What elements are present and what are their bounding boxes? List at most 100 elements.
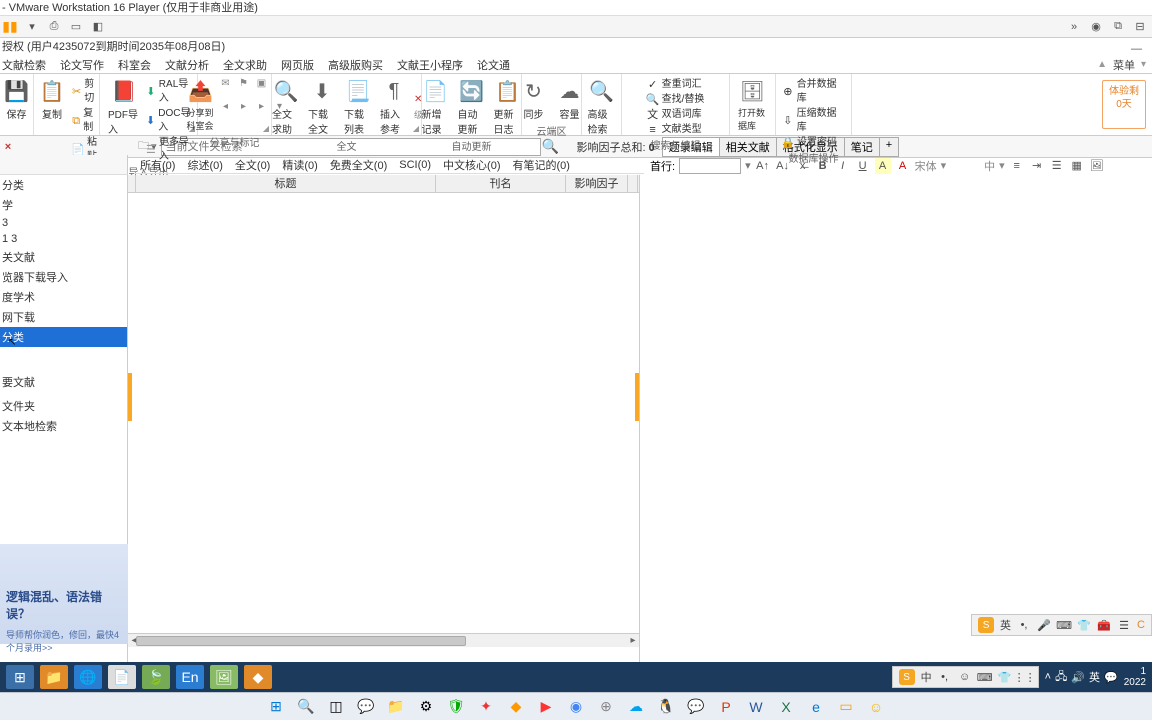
firstline-dropdown-icon[interactable]: ▾	[745, 159, 751, 172]
doctype-button[interactable]: ≡文献类型	[645, 123, 707, 137]
tree-item[interactable]: 文本地检索	[0, 416, 127, 436]
host-settings-icon[interactable]: ⚙	[414, 696, 438, 718]
menu-item[interactable]: 文献检索	[2, 57, 46, 73]
ime-skin-icon[interactable]: 👕	[1077, 618, 1091, 632]
tab-notes[interactable]: 笔记	[844, 137, 880, 157]
tab-related[interactable]: 相关文献	[719, 137, 777, 157]
pdf-import-button[interactable]: 📕 PDF导入	[104, 76, 144, 164]
zip-db-button[interactable]: ⇩压缩数据库	[780, 107, 847, 135]
host-taskview-icon[interactable]: ◫	[324, 696, 348, 718]
firstline-input[interactable]	[679, 158, 741, 174]
filter-sci[interactable]: SCI(0)	[399, 159, 431, 171]
horizontal-scrollbar[interactable]: ◂ ▸	[128, 633, 639, 647]
scroll-thumb[interactable]	[136, 636, 466, 646]
collapse-ribbon-icon[interactable]: ▲	[1097, 59, 1107, 70]
taskbar-app-icon[interactable]: ◆	[244, 665, 272, 689]
download-list-button[interactable]: 📃下载列表	[340, 76, 376, 138]
host-chat-icon[interactable]: 💬	[354, 696, 378, 718]
italic-icon[interactable]: I	[835, 158, 851, 174]
insert-ref-button[interactable]: ¶插入参考	[376, 76, 412, 138]
host-app-icon[interactable]: ▶	[534, 696, 558, 718]
menu-item[interactable]: 论文通	[477, 57, 510, 73]
tree-item[interactable]: 网下载	[0, 307, 127, 327]
host-explorer-icon[interactable]: 📁	[384, 696, 408, 718]
table-icon[interactable]: ▦	[1069, 158, 1085, 174]
indent-icon[interactable]: ⇥	[1029, 158, 1045, 174]
tree-item[interactable]: 文件夹	[0, 396, 127, 416]
vmware-fullscreen-icon[interactable]: ▭	[68, 19, 84, 35]
col-impact[interactable]: 影响因子	[566, 175, 628, 192]
scroll-right-icon[interactable]: ▸	[627, 635, 639, 646]
cut-button[interactable]: ✂剪切	[70, 78, 99, 106]
tree-item[interactable]: 度学术	[0, 287, 127, 307]
tree-item[interactable]: 要文献	[0, 372, 127, 392]
share-button[interactable]: 📤 分享到科室会	[183, 76, 219, 134]
menu-button[interactable]: 菜单	[1113, 57, 1135, 73]
tree-item[interactable]: 3	[0, 215, 127, 231]
prev-icon[interactable]: ▸	[237, 99, 251, 113]
fulltext-req-button[interactable]: 🔍全文求助	[268, 76, 304, 138]
tree-item[interactable]: 学	[0, 195, 127, 215]
host-start-icon[interactable]: ⊞	[264, 696, 288, 718]
host-app-icon[interactable]: ☺	[864, 696, 888, 718]
copy-button[interactable]: 📋 复制	[34, 76, 70, 164]
font-select[interactable]: 宋体	[915, 158, 937, 174]
tab-add[interactable]: +	[879, 137, 899, 157]
trial-badge[interactable]: 体验剩 0天	[1102, 80, 1146, 129]
menu-item[interactable]: 高级版购买	[328, 57, 383, 73]
menu-dropdown-icon[interactable]: ▾	[1141, 59, 1146, 70]
autoupdate-button[interactable]: 🔄自动更新	[454, 76, 490, 138]
advertisement-panel[interactable]: 逻辑混乱、语法错误？ 导师帮你润色，修回，最快4个月录用>>	[0, 544, 128, 644]
size-select[interactable]: 中	[984, 158, 995, 174]
ime-lang-label[interactable]: 中	[921, 669, 932, 685]
taskbar-app-icon[interactable]: 🍃	[142, 665, 170, 689]
underline-icon[interactable]: U	[855, 158, 871, 174]
ime-emoji-icon[interactable]: ☺	[958, 670, 972, 684]
tree-item[interactable]: 分类	[0, 175, 127, 195]
adv-search-button[interactable]: 🔍高级检索	[584, 76, 620, 138]
filter-core[interactable]: 中文核心(0)	[443, 157, 500, 173]
copy-small-button[interactable]: ⧉复制	[70, 107, 99, 135]
tree-item[interactable]: 览器下载导入	[0, 267, 127, 287]
newrec-button[interactable]: 📄新增记录	[418, 76, 454, 138]
ime-menu-icon[interactable]: ⋮⋮	[1018, 670, 1032, 684]
host-app-icon[interactable]: ☁	[624, 696, 648, 718]
ime-punct-icon[interactable]: •,	[1017, 618, 1031, 632]
highlight-icon[interactable]: A	[875, 158, 891, 174]
taskbar-app-icon[interactable]: 📁	[40, 665, 68, 689]
taskbar-clock[interactable]: 1 2022	[1124, 666, 1146, 688]
mail-icon[interactable]: ✉	[219, 76, 233, 90]
taskbar-app-icon[interactable]: 🌐	[74, 665, 102, 689]
bold-icon[interactable]: B	[815, 158, 831, 174]
filter-notes[interactable]: 有笔记的(0)	[513, 157, 570, 173]
filter-review[interactable]: 综述(0)	[187, 157, 222, 173]
vmware-cd-icon[interactable]: ◉	[1088, 19, 1104, 35]
taskbar-app-icon[interactable]: 🖼	[210, 665, 238, 689]
dup-check-button[interactable]: ✓查重词汇	[645, 78, 707, 92]
tree-item[interactable]: 1 3	[0, 231, 127, 247]
list-icon[interactable]: ☰	[1049, 158, 1065, 174]
tree-item[interactable]: 关文献	[0, 247, 127, 267]
filter-all[interactable]: 所有(0)	[140, 157, 175, 173]
open-db-button[interactable]: 🗄打开数据库	[734, 76, 771, 134]
splitter-right[interactable]	[635, 373, 639, 421]
strike-icon[interactable]: x̶	[795, 158, 811, 174]
vmware-net-icon[interactable]: ⧉	[1110, 19, 1126, 35]
start-button[interactable]: ⊞	[6, 665, 34, 689]
host-app-icon[interactable]: e	[804, 696, 828, 718]
save-button[interactable]: 💾 保存	[0, 76, 35, 123]
merge-db-button[interactable]: ⊕合并数据库	[780, 78, 847, 106]
first-icon[interactable]: ◂	[219, 99, 233, 113]
superscript-icon[interactable]: A↑	[755, 158, 771, 174]
ime-lang-label[interactable]: 英	[1000, 617, 1011, 633]
tray-ime-icon[interactable]: 英	[1089, 669, 1100, 685]
image-icon[interactable]: 🖼	[1089, 158, 1105, 174]
menu-item[interactable]: 网页版	[281, 57, 314, 73]
filter-free[interactable]: 免费全文(0)	[330, 157, 387, 173]
ime-toolbar-guest[interactable]: S 中 •, ☺ ⌨ 👕 ⋮⋮	[892, 666, 1039, 688]
host-app-icon[interactable]: ▭	[834, 696, 858, 718]
vmware-dropdown-icon[interactable]: ▾	[24, 19, 40, 35]
vmware-unity-icon[interactable]: ◧	[90, 19, 106, 35]
host-app-icon[interactable]: ⊕	[594, 696, 618, 718]
tray-notify-icon[interactable]: 💬	[1104, 671, 1118, 684]
